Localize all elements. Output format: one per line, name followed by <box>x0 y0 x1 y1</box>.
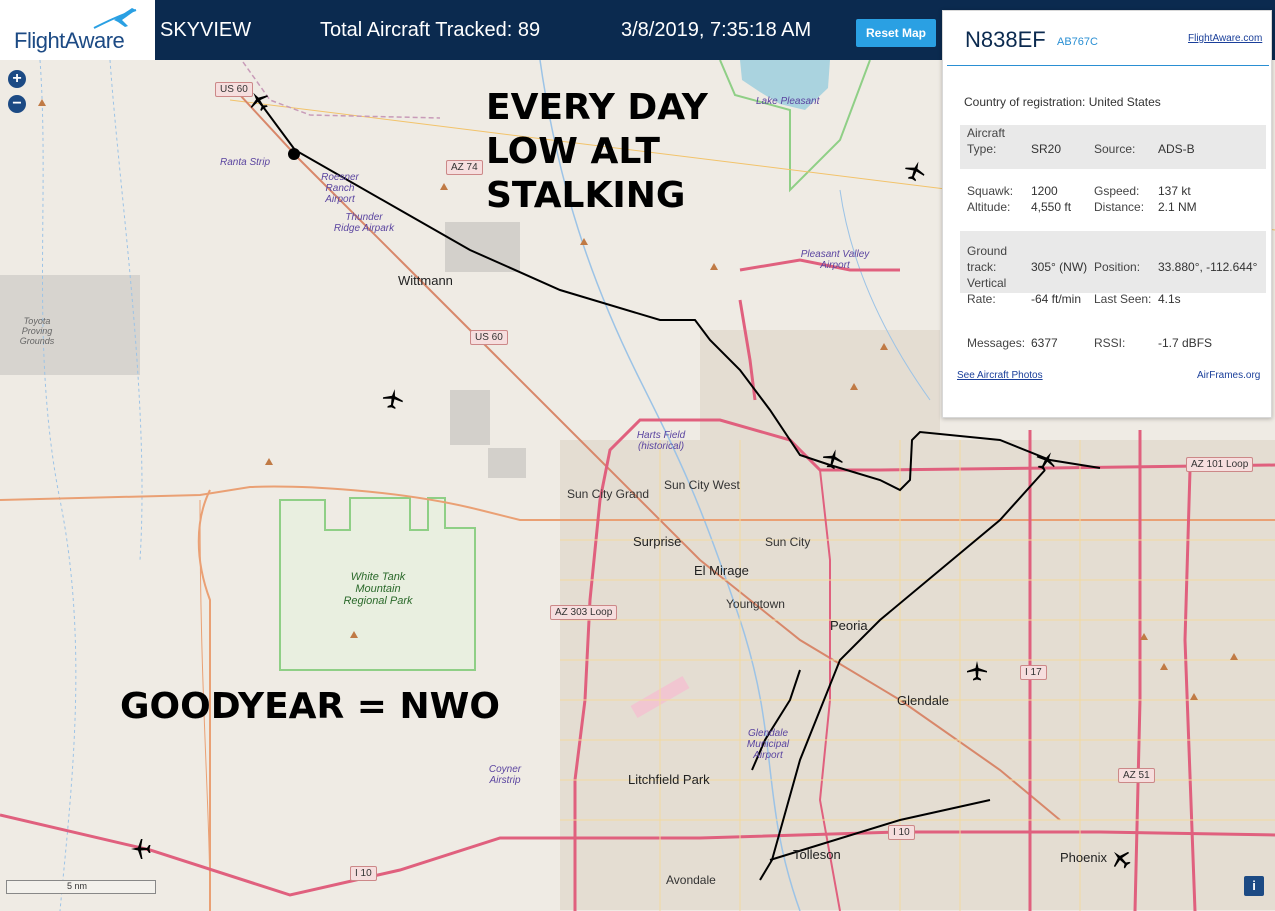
distance-label: Distance: <box>1094 200 1145 214</box>
country-value: United States <box>1088 95 1161 109</box>
shield-i-10: I 10 <box>888 825 915 840</box>
place-glendale: Glendale <box>897 693 950 708</box>
place-phoenix: Phoenix <box>1060 850 1107 865</box>
gspeed-label: Gspeed: <box>1094 184 1140 198</box>
shield-us-60: US 60 <box>470 330 508 345</box>
gspeed-value: 137 kt <box>1158 184 1191 198</box>
last-seen-label: Last Seen: <box>1094 292 1152 306</box>
place-surprise: Surprise <box>633 534 682 549</box>
country-row: Country of registration: United States <box>964 95 1161 109</box>
messages-value: 6377 <box>1031 336 1058 350</box>
info-button[interactable]: i <box>1244 876 1264 896</box>
airport-roesner-ranch: Roesner Ranch Airport <box>321 172 359 205</box>
shield-az-303: AZ 303 Loop <box>550 605 618 620</box>
aircraft-registration: N838EF <box>965 27 1046 52</box>
aircraft-type-label: Aircraft Type: <box>967 126 1006 156</box>
place-el-mirage: El Mirage <box>694 563 749 578</box>
place-peoria: Peoria <box>830 618 868 633</box>
place-youngtown: Youngtown <box>726 597 785 611</box>
place-avondale: Avondale <box>666 873 716 887</box>
shield-i-17: I 17 <box>1020 665 1047 680</box>
flightaware-link[interactable]: FlightAware.com <box>1188 33 1262 44</box>
urban-area-north <box>700 330 940 460</box>
zoom-in-button[interactable]: + <box>8 70 26 88</box>
lake-pleasant-label: Lake Pleasant <box>756 96 820 107</box>
ground-track-label: Ground track: <box>967 244 1008 274</box>
country-label: Country of registration: <box>964 95 1086 109</box>
overlay-text-goodyear: GOODYEAR = NWO <box>120 686 500 727</box>
zoom-out-button[interactable]: − <box>8 95 26 113</box>
track-endpoint <box>288 148 300 160</box>
rssi-value: -1.7 dBFS <box>1158 336 1213 350</box>
flightaware-logo[interactable]: FlightAware <box>0 0 155 60</box>
panel-divider <box>947 65 1269 66</box>
airport-coyner: Coyner Airstrip <box>488 764 522 786</box>
squawk-label: Squawk: <box>967 184 1014 198</box>
place-wittmann: Wittmann <box>398 273 453 288</box>
shield-i-10-west: I 10 <box>350 866 377 881</box>
park-white-tank: White Tank Mountain Regional Park <box>343 571 413 607</box>
aircraft-info-panel: N838EF AB767C FlightAware.com Country of… <box>942 10 1272 418</box>
altitude-value: 4,550 ft <box>1031 200 1072 214</box>
airport-thunder-ridge: Thunder Ridge Airpark <box>333 212 395 234</box>
position-label: Position: <box>1094 260 1141 274</box>
vertical-rate-value: -64 ft/min <box>1031 292 1082 306</box>
place-sun-city-grand: Sun City Grand <box>567 487 650 501</box>
aircraft-count: Total Aircraft Tracked: 89 <box>320 19 541 41</box>
airport-harts-field: Harts Field (historical) <box>636 430 686 452</box>
overlay-text-stalking: EVERY DAY LOW ALT STALKING <box>486 87 708 216</box>
shield-az-74: AZ 74 <box>446 160 483 175</box>
squawk-value: 1200 <box>1031 184 1058 198</box>
aircraft-hex-code[interactable]: AB767C <box>1057 36 1098 48</box>
airport-ranta-strip: Ranta Strip <box>220 157 271 168</box>
shield-az-101: AZ 101 Loop <box>1186 457 1254 472</box>
gray-block <box>445 222 520 272</box>
shield-az-51: AZ 51 <box>1118 768 1155 783</box>
messages-label: Messages: <box>967 336 1026 350</box>
aircraft-type-value: SR20 <box>1031 142 1062 156</box>
source-label: Source: <box>1094 142 1136 156</box>
vertical-rate-label: Vertical Rate: <box>967 276 1007 306</box>
place-sun-city-west: Sun City West <box>664 478 740 492</box>
app-name: SKYVIEW <box>160 19 252 41</box>
source-value: ADS-B <box>1158 142 1195 156</box>
reset-map-button[interactable]: Reset Map <box>856 19 936 47</box>
place-litchfield-park: Litchfield Park <box>628 772 710 787</box>
airframes-link[interactable]: AirFrames.org <box>1197 370 1260 381</box>
gray-block <box>488 448 526 478</box>
logo-text: FlightAware <box>14 28 125 53</box>
position-value: 33.880°, -112.644° <box>1158 260 1258 274</box>
aircraft-icon[interactable] <box>380 386 405 411</box>
last-seen-value: 4.1s <box>1158 292 1181 306</box>
gray-block <box>450 390 490 445</box>
datetime: 3/8/2019, 7:35:18 AM <box>621 19 812 41</box>
scale-label: 5 nm <box>67 881 88 891</box>
aircraft-photos-link[interactable]: See Aircraft Photos <box>957 370 1043 381</box>
altitude-label: Altitude: <box>967 200 1011 214</box>
place-sun-city: Sun City <box>765 535 811 549</box>
airport-glendale-municipal: Glendale Municipal Airport <box>746 728 790 761</box>
rssi-label: RSSI: <box>1094 336 1126 350</box>
distance-value: 2.1 NM <box>1158 200 1197 214</box>
scale-bar: 5 nm <box>6 880 156 894</box>
airport-pleasant-valley: Pleasant Valley Airport <box>800 249 870 271</box>
place-tolleson: Tolleson <box>793 847 841 862</box>
aircraft-icon[interactable] <box>130 838 152 860</box>
aircraft-icon[interactable] <box>966 660 988 682</box>
ground-track-value: 305° (NW) <box>1031 260 1088 274</box>
toyota-proving-grounds: Toyota Proving Grounds <box>19 316 55 346</box>
